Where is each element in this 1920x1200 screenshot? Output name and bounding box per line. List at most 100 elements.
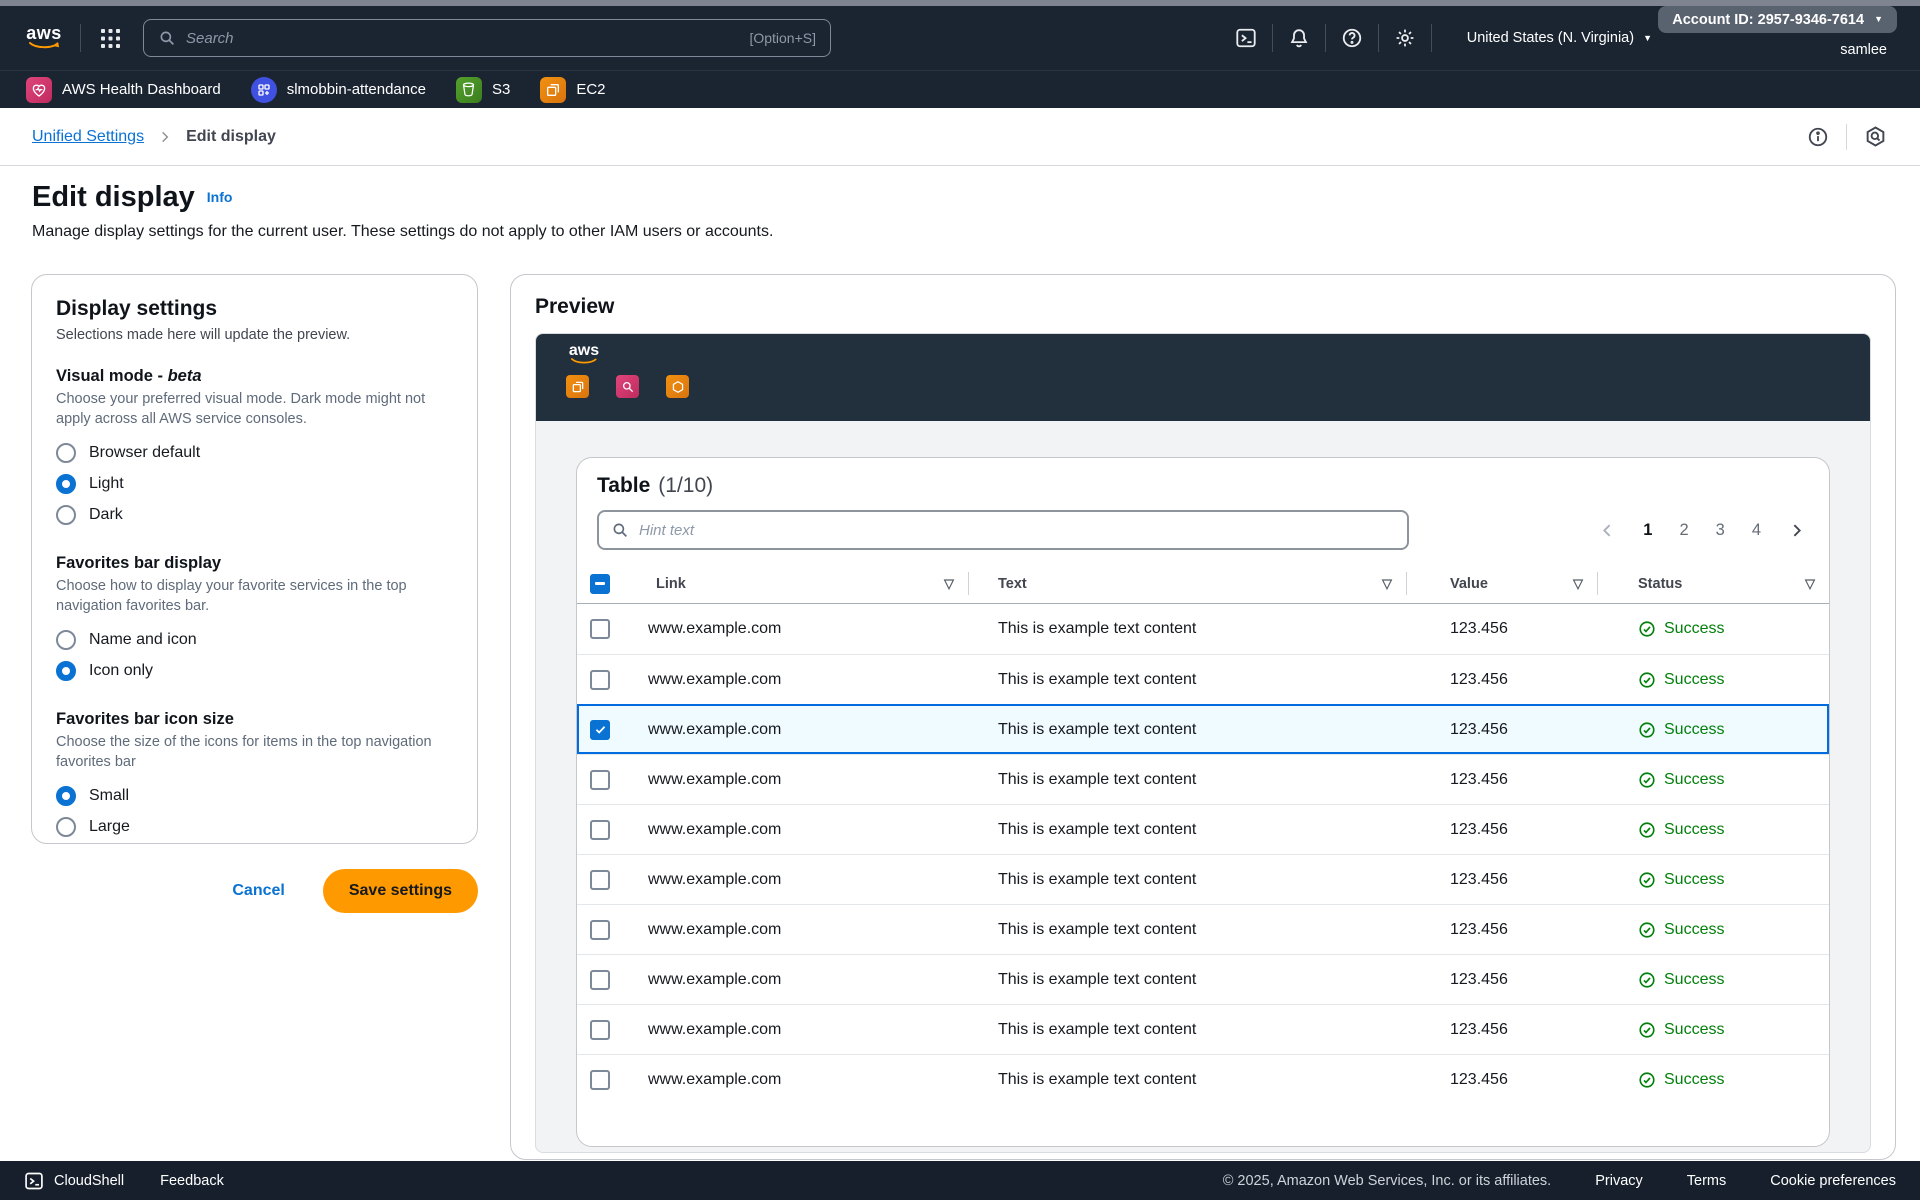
table-row[interactable]: www.example.comThis is example text cont…: [577, 854, 1829, 904]
cookie-preferences-link[interactable]: Cookie preferences: [1770, 1173, 1896, 1189]
text-cell: This is example text content: [968, 1021, 1406, 1039]
health-dashboard-icon: [26, 77, 52, 103]
value-cell: 123.456: [1406, 971, 1597, 989]
help-icon[interactable]: [1339, 25, 1365, 51]
radio-option-icon-only[interactable]: Icon only: [56, 655, 453, 686]
notifications-bell-icon[interactable]: [1286, 25, 1312, 51]
save-settings-button[interactable]: Save settings: [323, 869, 478, 913]
link-cell: www.example.com: [638, 671, 968, 689]
row-checkbox[interactable]: [590, 1070, 610, 1090]
status-cell: Success: [1597, 1021, 1829, 1039]
table-body: www.example.com This is example text cont…: [577, 604, 1829, 1104]
radio-option-browser-default[interactable]: Browser default: [56, 437, 453, 468]
terms-link[interactable]: Terms: [1687, 1173, 1726, 1189]
value-cell: 123.456: [1406, 1021, 1597, 1039]
success-icon: [1638, 871, 1656, 889]
next-page-icon[interactable]: [1788, 522, 1805, 539]
account-id-tab[interactable]: Account ID: 2957-9346-7614 ▼: [1658, 6, 1897, 33]
text-cell: This is example text content: [968, 620, 1406, 638]
radio-option-name-and-icon[interactable]: Name and icon: [56, 624, 453, 655]
cancel-button[interactable]: Cancel: [232, 882, 284, 900]
favorite-slmobbin-attendance[interactable]: slmobbin-attendance: [251, 77, 426, 103]
chevron-right-icon: [158, 130, 172, 144]
sort-icon[interactable]: ▽: [1805, 576, 1829, 592]
column-header-status: Status▽: [1597, 564, 1829, 603]
previous-page-icon[interactable]: [1599, 522, 1616, 539]
row-checkbox[interactable]: [590, 870, 610, 890]
page-title: Edit displayInfo: [32, 181, 232, 214]
status-cell: Success: [1597, 921, 1829, 939]
favorite-ec2[interactable]: EC2: [540, 77, 605, 103]
success-icon: [1638, 1071, 1656, 1089]
table-row[interactable]: www.example.comThis is example text cont…: [577, 1004, 1829, 1054]
page-number-2[interactable]: 2: [1679, 521, 1688, 540]
table-row[interactable]: www.example.comThis is example text cont…: [577, 904, 1829, 954]
status-cell: Success: [1597, 620, 1829, 638]
favorite-aws-health-dashboard[interactable]: AWS Health Dashboard: [26, 77, 221, 103]
cloudshell-button[interactable]: CloudShell: [24, 1171, 124, 1191]
status-label: Success: [1664, 620, 1724, 638]
sort-icon[interactable]: ▽: [1573, 576, 1597, 592]
feedback-link[interactable]: Feedback: [160, 1173, 224, 1189]
table-count: (1/10): [658, 474, 713, 497]
page-number-1[interactable]: 1: [1643, 521, 1652, 540]
aws-logo[interactable]: aws: [24, 25, 64, 51]
radio-group: Small Large: [56, 780, 453, 842]
breadcrumb-current: Edit display: [186, 128, 276, 146]
page-number-4[interactable]: 4: [1752, 521, 1761, 540]
table-row[interactable]: www.example.comThis is example text cont…: [577, 704, 1829, 754]
privacy-link[interactable]: Privacy: [1595, 1173, 1643, 1189]
status-label: Success: [1664, 871, 1724, 889]
row-checkbox[interactable]: [590, 670, 610, 690]
table-row[interactable]: www.example.comThis is example text cont…: [577, 754, 1829, 804]
app-launcher-icon[interactable]: [97, 25, 123, 51]
sort-icon[interactable]: ▽: [1382, 576, 1406, 592]
radio-option-large[interactable]: Large: [56, 811, 453, 842]
status-label: Success: [1664, 771, 1724, 789]
row-checkbox[interactable]: [590, 619, 610, 639]
group-heading: Visual mode - beta: [56, 367, 453, 386]
radio-unselected-icon: [56, 630, 76, 650]
row-checkbox[interactable]: [590, 1020, 610, 1040]
info-link[interactable]: Info: [207, 189, 233, 205]
radio-option-light[interactable]: Light: [56, 468, 453, 499]
amazon-q-icon[interactable]: [1862, 124, 1888, 150]
table-row[interactable]: www.example.comThis is example text cont…: [577, 804, 1829, 854]
success-icon: [1638, 821, 1656, 839]
region-selector[interactable]: United States (N. Virginia) ▼: [1467, 30, 1652, 46]
table-search-field[interactable]: [639, 522, 1395, 539]
row-checkbox[interactable]: [590, 720, 610, 740]
radio-selected-icon: [56, 661, 76, 681]
page-description: Manage display settings for the current …: [32, 223, 773, 241]
status-label: Success: [1664, 821, 1724, 839]
select-all-checkbox[interactable]: [590, 574, 610, 594]
cloudshell-icon[interactable]: [1233, 25, 1259, 51]
row-checkbox[interactable]: [590, 770, 610, 790]
row-checkbox[interactable]: [590, 820, 610, 840]
settings-gear-icon[interactable]: [1392, 25, 1418, 51]
text-cell: This is example text content: [968, 971, 1406, 989]
main-content: Edit displayInfo Manage display settings…: [0, 166, 1920, 1161]
table-row[interactable]: www.example.comThis is example text cont…: [577, 954, 1829, 1004]
radio-label: Large: [89, 818, 130, 836]
info-icon[interactable]: [1805, 124, 1831, 150]
radio-option-dark[interactable]: Dark: [56, 499, 453, 530]
row-checkbox[interactable]: [590, 970, 610, 990]
value-cell: 123.456: [1406, 721, 1597, 739]
status-cell: Success: [1597, 721, 1829, 739]
table-row[interactable]: www.example.comThis is example text cont…: [577, 654, 1829, 704]
row-checkbox[interactable]: [590, 920, 610, 940]
status-label: Success: [1664, 671, 1724, 689]
table-search-input[interactable]: [597, 510, 1409, 550]
radio-option-small[interactable]: Small: [56, 780, 453, 811]
success-icon: [1638, 671, 1656, 689]
global-search-field[interactable]: [186, 30, 739, 47]
global-search-input[interactable]: [Option+S]: [143, 19, 831, 57]
page-number-3[interactable]: 3: [1716, 521, 1725, 540]
value-cell: 123.456: [1406, 771, 1597, 789]
table-row[interactable]: www.example.comThis is example text cont…: [577, 604, 1829, 654]
table-row[interactable]: www.example.comThis is example text cont…: [577, 1054, 1829, 1104]
sort-icon[interactable]: ▽: [944, 576, 968, 592]
favorite-s3[interactable]: S3: [456, 77, 510, 103]
breadcrumb-unified-settings[interactable]: Unified Settings: [32, 128, 144, 146]
